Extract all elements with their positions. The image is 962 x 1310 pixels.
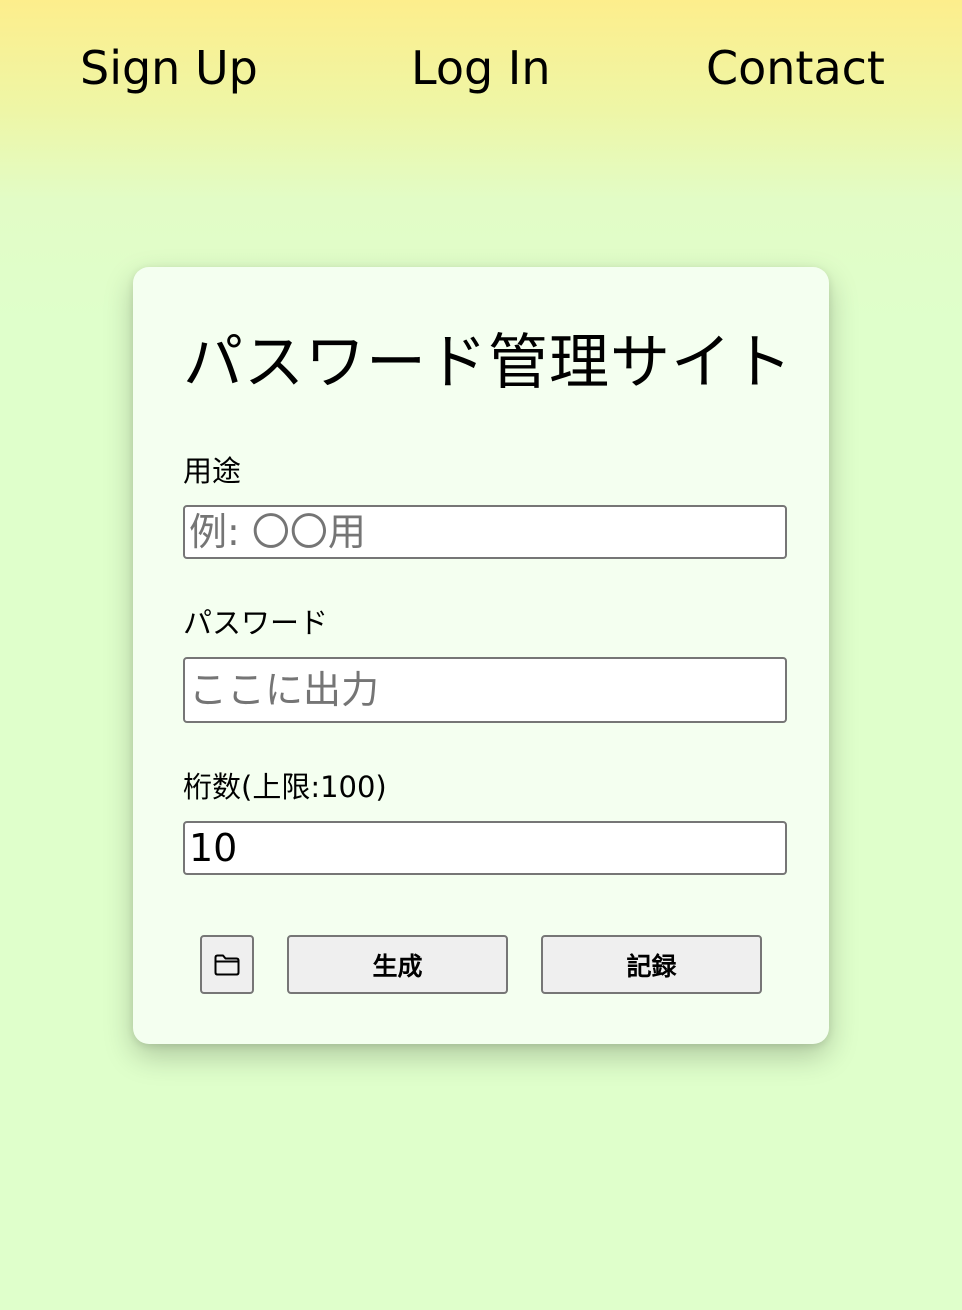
record-button[interactable]: 記録 <box>541 935 762 994</box>
length-input[interactable] <box>183 821 787 875</box>
page-title: パスワード管理サイト <box>183 328 793 398</box>
length-label: 桁数(上限:100) <box>183 770 387 804</box>
folder-icon <box>213 953 241 977</box>
nav-link-contact[interactable]: Contact <box>706 38 885 98</box>
nav-link-sign-up[interactable]: Sign Up <box>80 38 258 98</box>
password-manager-card: パスワード管理サイト 用途 パスワード 桁数(上限:100) 生成 記録 <box>133 267 829 1044</box>
nav-link-log-in[interactable]: Log In <box>411 38 551 98</box>
usage-label: 用途 <box>183 454 242 488</box>
password-output-field[interactable] <box>183 657 787 723</box>
password-label: パスワード <box>183 606 329 640</box>
usage-input[interactable] <box>183 505 787 559</box>
top-navigation: Sign Up Log In Contact <box>0 0 962 140</box>
folder-button[interactable] <box>200 935 254 994</box>
generate-button[interactable]: 生成 <box>287 935 508 994</box>
